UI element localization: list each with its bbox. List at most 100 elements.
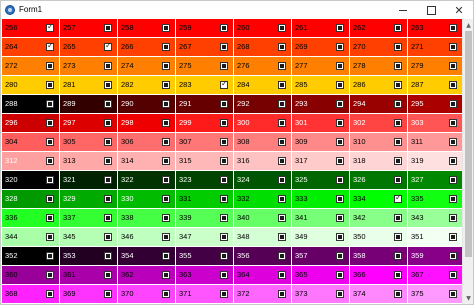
color-cell[interactable]: 364 <box>234 266 292 285</box>
color-cell[interactable]: 333 <box>292 190 350 209</box>
checkbox[interactable] <box>336 100 344 108</box>
color-cell[interactable]: 359 <box>408 247 463 266</box>
checkbox[interactable] <box>46 233 54 241</box>
color-cell[interactable]: 261 <box>292 19 350 38</box>
checkbox[interactable] <box>394 271 402 279</box>
checkbox[interactable] <box>220 100 228 108</box>
color-cell[interactable]: 331 <box>176 190 234 209</box>
color-cell[interactable]: 291 <box>176 95 234 114</box>
color-cell[interactable]: 313 <box>60 152 118 171</box>
color-cell[interactable]: 256 <box>2 19 60 38</box>
color-cell[interactable]: 287 <box>408 76 463 95</box>
color-cell[interactable]: 369 <box>60 285 118 304</box>
color-cell[interactable]: 344 <box>2 228 60 247</box>
checkbox[interactable] <box>449 119 457 127</box>
checkbox[interactable] <box>104 271 112 279</box>
checkbox[interactable] <box>162 138 170 146</box>
checkbox[interactable] <box>449 100 457 108</box>
checkbox[interactable] <box>336 81 344 89</box>
checkbox[interactable] <box>394 43 402 51</box>
checkbox[interactable] <box>336 157 344 165</box>
color-cell[interactable]: 337 <box>60 209 118 228</box>
checkbox[interactable] <box>394 176 402 184</box>
checkbox[interactable] <box>46 157 54 165</box>
checkbox[interactable] <box>162 43 170 51</box>
checkbox[interactable] <box>220 233 228 241</box>
checkbox[interactable] <box>46 176 54 184</box>
checkbox[interactable] <box>104 62 112 70</box>
color-cell[interactable]: 276 <box>234 57 292 76</box>
app-icon[interactable] <box>5 5 15 15</box>
checkbox[interactable] <box>278 252 286 260</box>
checkbox[interactable] <box>278 24 286 32</box>
checkbox[interactable] <box>278 214 286 222</box>
color-cell[interactable]: 363 <box>176 266 234 285</box>
color-cell[interactable]: 302 <box>350 114 408 133</box>
checkbox-checked[interactable] <box>220 79 228 89</box>
color-cell[interactable]: 273 <box>60 57 118 76</box>
checkbox[interactable] <box>162 119 170 127</box>
color-cell[interactable]: 263 <box>408 19 463 38</box>
color-cell[interactable]: 321 <box>60 171 118 190</box>
checkbox[interactable] <box>162 233 170 241</box>
color-cell[interactable]: 353 <box>60 247 118 266</box>
color-cell[interactable]: 319 <box>408 152 463 171</box>
checkbox[interactable] <box>220 252 228 260</box>
color-cell[interactable]: 317 <box>292 152 350 171</box>
checkbox[interactable] <box>449 195 457 203</box>
checkbox[interactable] <box>449 271 457 279</box>
checkbox[interactable] <box>162 271 170 279</box>
checkbox[interactable] <box>162 100 170 108</box>
checkbox[interactable] <box>336 43 344 51</box>
checkbox[interactable] <box>278 195 286 203</box>
color-cell[interactable]: 339 <box>176 209 234 228</box>
checkbox[interactable] <box>104 119 112 127</box>
color-cell[interactable]: 322 <box>118 171 176 190</box>
color-cell[interactable]: 281 <box>60 76 118 95</box>
checkbox[interactable] <box>46 81 54 89</box>
color-cell[interactable]: 336 <box>2 209 60 228</box>
color-cell[interactable]: 299 <box>176 114 234 133</box>
checkbox[interactable] <box>449 252 457 260</box>
checkbox[interactable] <box>104 81 112 89</box>
checkbox[interactable] <box>449 290 457 298</box>
color-cell[interactable]: 320 <box>2 171 60 190</box>
title-bar[interactable]: Form1 ✕ <box>1 1 473 19</box>
color-cell[interactable]: 326 <box>350 171 408 190</box>
checkbox[interactable] <box>394 62 402 70</box>
color-cell[interactable]: 282 <box>118 76 176 95</box>
color-cell[interactable]: 341 <box>292 209 350 228</box>
color-cell[interactable]: 360 <box>2 266 60 285</box>
color-cell[interactable]: 277 <box>292 57 350 76</box>
color-cell[interactable]: 340 <box>234 209 292 228</box>
checkbox[interactable] <box>394 138 402 146</box>
color-cell[interactable]: 323 <box>176 171 234 190</box>
checkbox[interactable] <box>278 271 286 279</box>
color-cell[interactable]: 312 <box>2 152 60 171</box>
color-cell[interactable]: 303 <box>408 114 463 133</box>
color-cell[interactable]: 374 <box>350 285 408 304</box>
color-cell[interactable]: 283 <box>176 76 234 95</box>
color-cell[interactable]: 279 <box>408 57 463 76</box>
color-cell[interactable]: 355 <box>176 247 234 266</box>
checkbox[interactable] <box>449 62 457 70</box>
color-cell[interactable]: 262 <box>350 19 408 38</box>
color-cell[interactable]: 307 <box>176 133 234 152</box>
checkbox[interactable] <box>162 214 170 222</box>
color-cell[interactable]: 285 <box>292 76 350 95</box>
color-cell[interactable]: 286 <box>350 76 408 95</box>
color-cell[interactable]: 342 <box>350 209 408 228</box>
checkbox[interactable] <box>46 119 54 127</box>
color-cell[interactable]: 362 <box>118 266 176 285</box>
color-cell[interactable]: 366 <box>350 266 408 285</box>
checkbox[interactable] <box>336 195 344 203</box>
color-cell[interactable]: 295 <box>408 95 463 114</box>
checkbox[interactable] <box>46 62 54 70</box>
color-cell[interactable]: 300 <box>234 114 292 133</box>
checkbox[interactable] <box>278 100 286 108</box>
color-cell[interactable]: 284 <box>234 76 292 95</box>
checkbox[interactable] <box>449 138 457 146</box>
color-cell[interactable]: 292 <box>234 95 292 114</box>
checkbox[interactable] <box>220 290 228 298</box>
color-cell[interactable]: 298 <box>118 114 176 133</box>
